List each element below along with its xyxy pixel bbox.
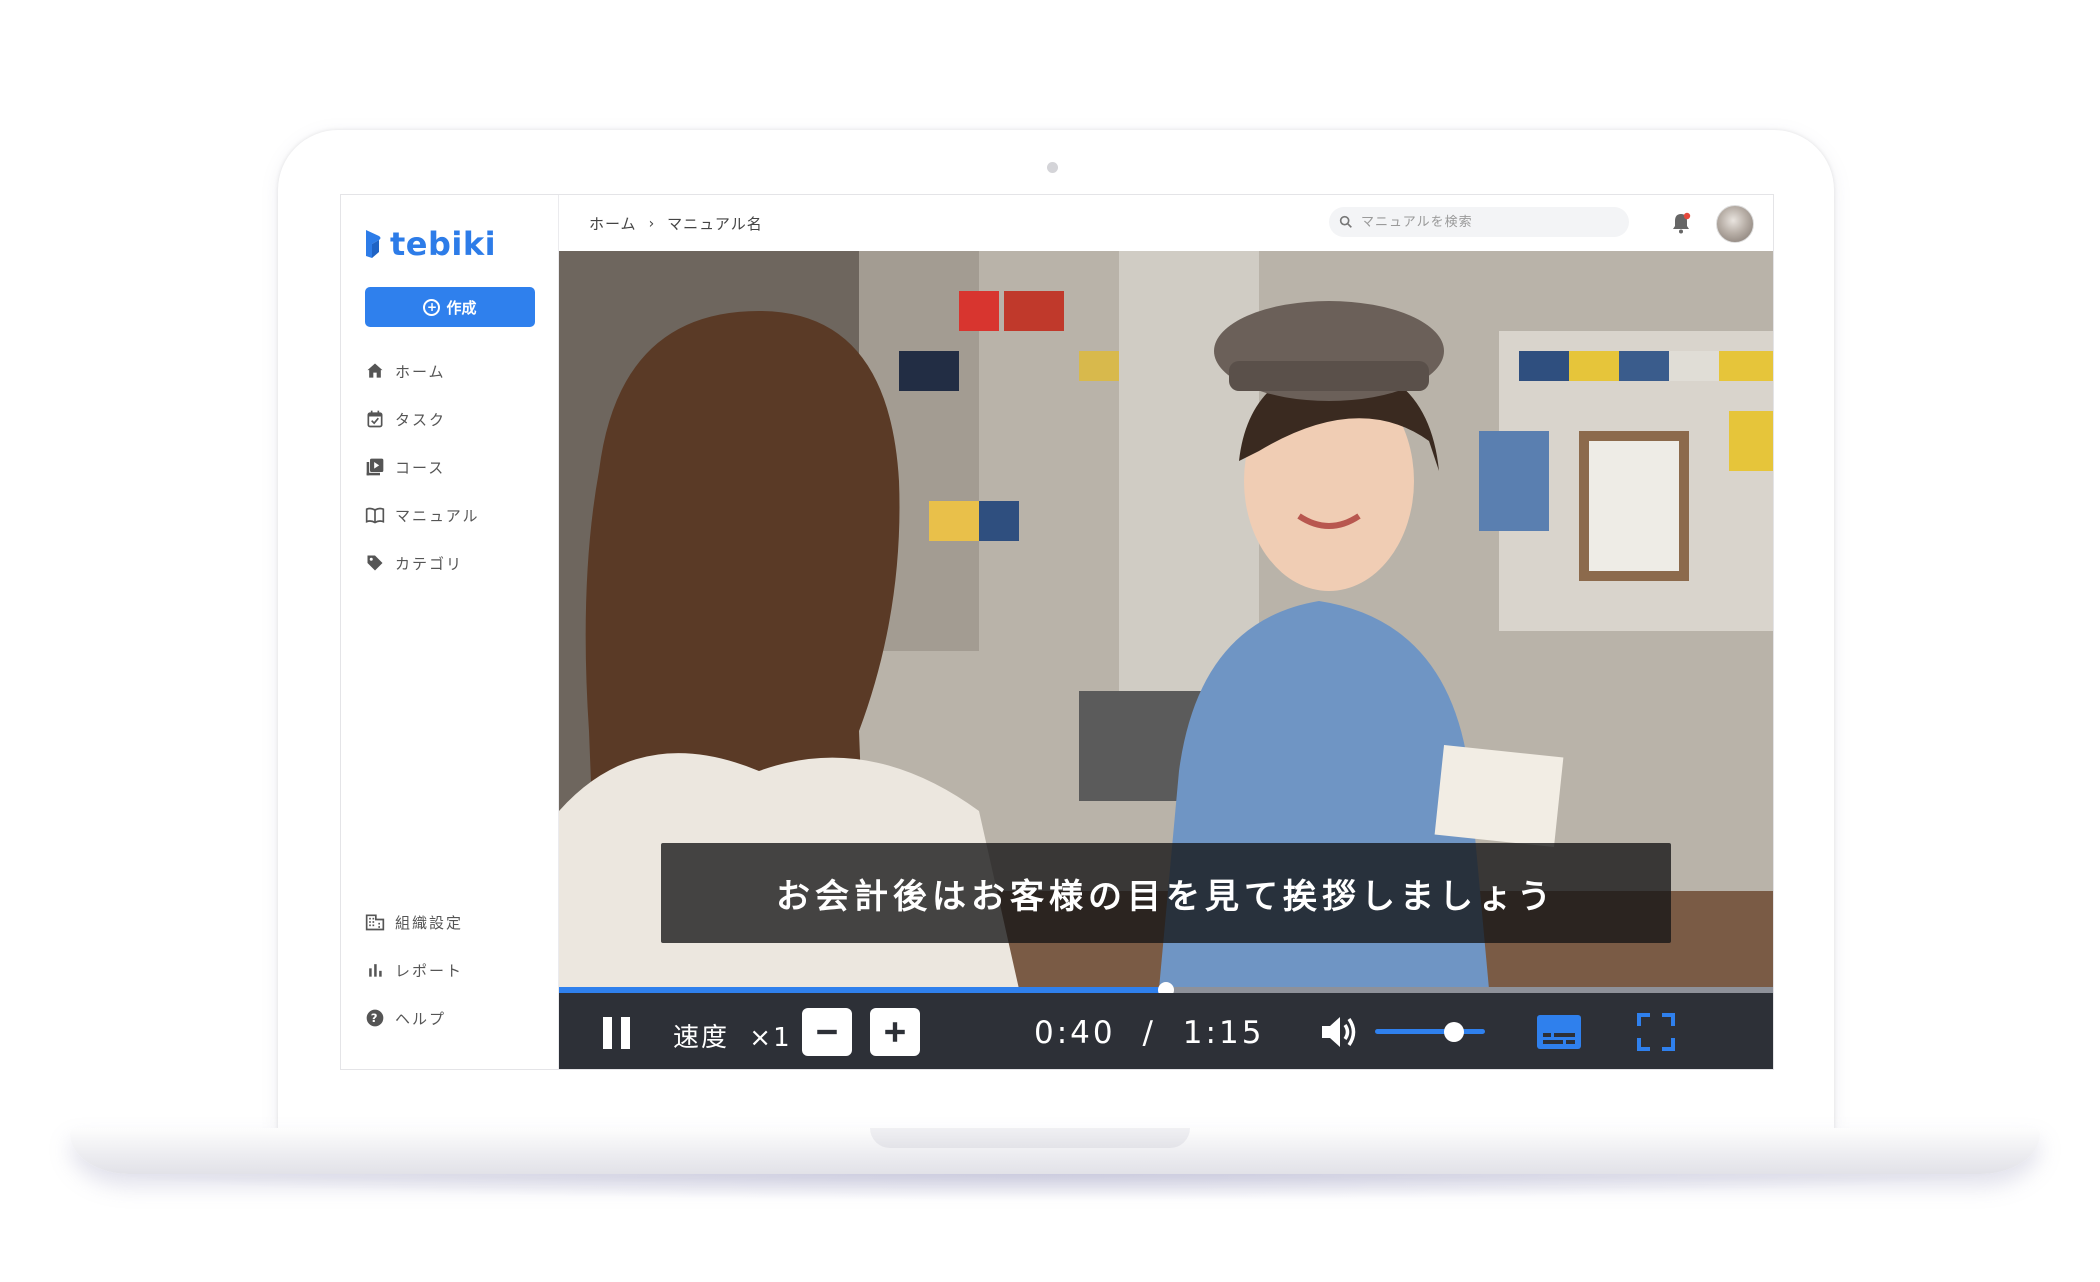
search-icon (1339, 215, 1352, 228)
time-display: 0:40 / 1:15 (1034, 1015, 1264, 1051)
speed-increase-button[interactable] (870, 1008, 920, 1056)
duration: 1:15 (1182, 1015, 1265, 1051)
help-icon: ? (366, 1009, 384, 1027)
plus-circle-icon: + (423, 298, 441, 316)
current-time: 0:40 (1034, 1015, 1116, 1051)
pause-icon-bar-left (603, 1017, 612, 1049)
create-button-label: 作成 (446, 298, 477, 317)
sidebar-item-label: ヘルプ (395, 1009, 447, 1028)
task-icon (367, 410, 383, 428)
home-icon (367, 363, 383, 378)
search-box[interactable] (1329, 207, 1629, 237)
user-avatar[interactable] (1716, 205, 1754, 243)
plus-icon (885, 1022, 905, 1042)
volume-icon[interactable] (1319, 1013, 1359, 1051)
fullscreen-icon[interactable] (1637, 1013, 1675, 1051)
time-separator: / (1142, 1015, 1156, 1051)
sidebar-item-label: タスク (395, 410, 447, 429)
volume-slider[interactable] (1375, 1022, 1485, 1042)
bar-chart-icon (369, 964, 382, 977)
pause-icon-bar-right (621, 1017, 630, 1049)
speed-label: 速度 (673, 1023, 730, 1053)
sidebar-item-label: ホーム (395, 362, 446, 381)
course-icon (366, 458, 384, 476)
sidebar-item-task[interactable]: タスク (365, 404, 446, 434)
laptop-camera (1047, 162, 1058, 173)
sidebar-item-help[interactable]: ? ヘルプ (365, 1003, 446, 1033)
closed-captions-icon[interactable] (1537, 1015, 1581, 1049)
logo-text: tebiki (390, 225, 497, 263)
search-input[interactable] (1359, 213, 1623, 231)
notification-bell-icon[interactable] (1669, 211, 1693, 235)
minus-icon (817, 1029, 837, 1035)
sidebar-item-label: 組織設定 (395, 913, 464, 932)
sidebar-item-manual[interactable]: マニュアル (365, 500, 480, 530)
player-controls: 速度 ×1 0:40 / 1:15 (559, 993, 1773, 1069)
logo-mark-icon (366, 230, 381, 258)
sidebar-item-category[interactable]: カテゴリ (365, 548, 463, 578)
logo[interactable]: tebiki (364, 225, 496, 263)
breadcrumb-current: マニュアル名 (667, 215, 763, 233)
pause-button[interactable] (603, 1017, 633, 1049)
sidebar-item-report[interactable]: レポート (365, 955, 463, 985)
building-icon (365, 914, 385, 931)
sidebar-item-label: コース (395, 458, 446, 477)
sidebar: tebiki + 作成 ホーム タスク コース マニュアル カテゴリ 組織設定 … (341, 195, 559, 1069)
sidebar-item-organization-settings[interactable]: 組織設定 (365, 907, 463, 937)
speed-value: ×1 (749, 1023, 792, 1053)
tag-icon (367, 555, 383, 571)
svg-text:?: ? (371, 1011, 379, 1025)
chevron-right-icon: › (648, 215, 656, 232)
breadcrumb: ホーム › マニュアル名 (589, 213, 763, 234)
video-frame[interactable]: お会計後はお客様の目を見て挨拶しましょう (559, 251, 1773, 989)
app-screen: tebiki + 作成 ホーム タスク コース マニュアル カテゴリ 組織設定 … (340, 194, 1774, 1070)
video-subtitle: お会計後はお客様の目を見て挨拶しましょう (661, 843, 1671, 943)
sidebar-item-home[interactable]: ホーム (365, 356, 446, 386)
create-button[interactable]: + 作成 (365, 287, 535, 327)
sidebar-item-label: マニュアル (395, 506, 480, 525)
volume-slider-thumb[interactable] (1444, 1022, 1465, 1042)
laptop-notch (870, 1128, 1190, 1148)
sidebar-item-label: カテゴリ (395, 554, 464, 573)
sidebar-item-label: レポート (395, 961, 464, 980)
speed-display: 速度 ×1 (673, 1017, 792, 1054)
breadcrumb-home-link[interactable]: ホーム (589, 213, 637, 234)
speed-decrease-button[interactable] (802, 1008, 852, 1056)
sidebar-item-course[interactable]: コース (365, 452, 445, 482)
manual-book-icon (365, 507, 385, 524)
top-bar: ホーム › マニュアル名 (559, 195, 1773, 251)
